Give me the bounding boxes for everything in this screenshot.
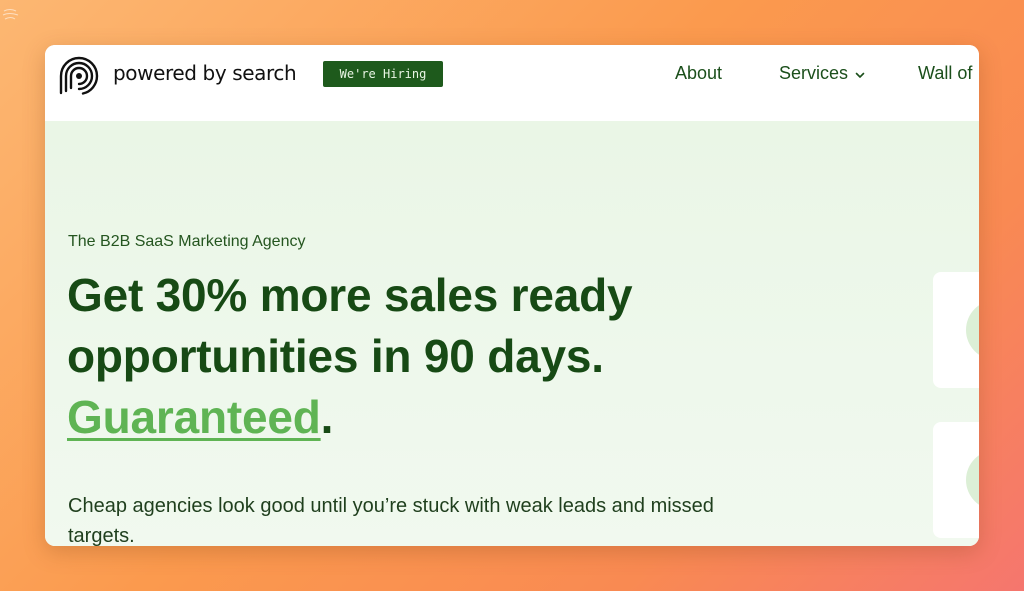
nav-item-wall-of[interactable]: Wall of	[918, 63, 972, 84]
hiring-badge-button[interactable]: We're Hiring	[323, 61, 443, 87]
card-avatar	[966, 450, 979, 510]
brand-name[interactable]: powered by search	[113, 61, 297, 85]
nav-item-services[interactable]: Services	[779, 63, 866, 84]
hero-headline: Get 30% more sales ready opportunities i…	[67, 265, 787, 448]
hero-eyebrow: The B2B SaaS Marketing Agency	[68, 233, 306, 250]
nav-item-services-label: Services	[779, 63, 849, 83]
side-card[interactable]	[933, 272, 979, 388]
nav-item-about[interactable]: About	[675, 63, 722, 84]
browser-window: powered by search We're Hiring About Ser…	[45, 45, 979, 546]
card-avatar	[966, 300, 979, 360]
hero-section: The B2B SaaS Marketing Agency Get 30% mo…	[45, 121, 979, 546]
guaranteed-link[interactable]: Guaranteed	[67, 391, 321, 443]
headline-line-3: Guaranteed.	[67, 387, 787, 448]
chevron-down-icon	[855, 72, 865, 78]
corner-scribble-icon	[2, 9, 19, 20]
headline-line-1: Get 30% more sales ready	[67, 269, 633, 321]
hero-subtext: Cheap agencies look good until you’re st…	[68, 495, 714, 546]
side-card[interactable]	[933, 422, 979, 538]
fingerprint-logo-icon[interactable]	[56, 53, 102, 99]
headline-line-2: opportunities in 90 days.	[67, 330, 604, 382]
headline-period: .	[320, 391, 334, 443]
site-header: powered by search We're Hiring About Ser…	[45, 45, 979, 121]
